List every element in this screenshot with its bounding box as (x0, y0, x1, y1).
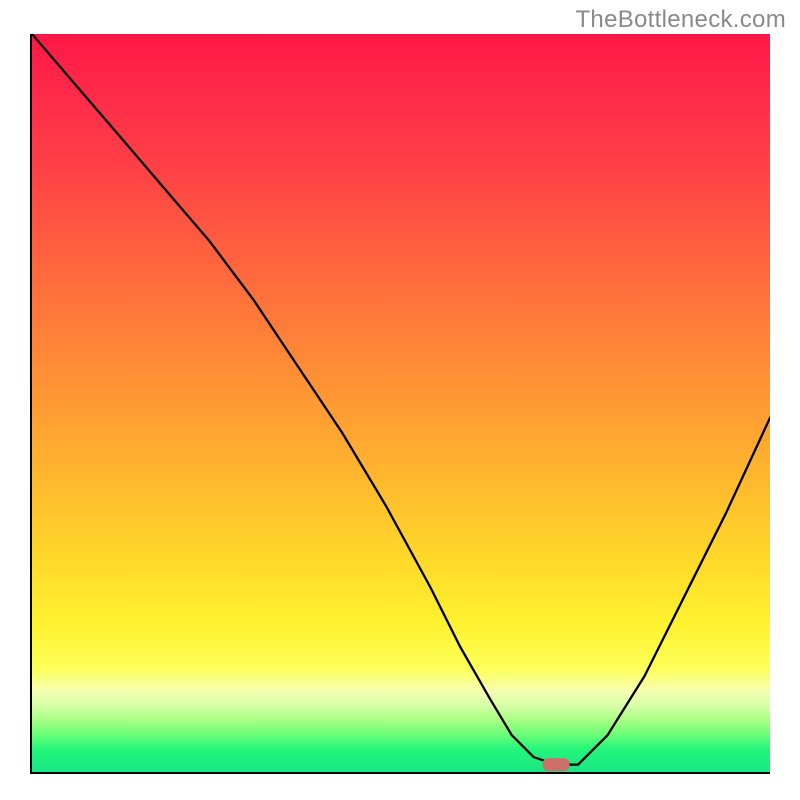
attribution-text: TheBottleneck.com (575, 6, 786, 34)
bottleneck-curve (32, 34, 770, 765)
chart-plot-area (30, 34, 770, 774)
bottleneck-curve-svg (32, 34, 770, 772)
minimum-marker (543, 759, 569, 771)
